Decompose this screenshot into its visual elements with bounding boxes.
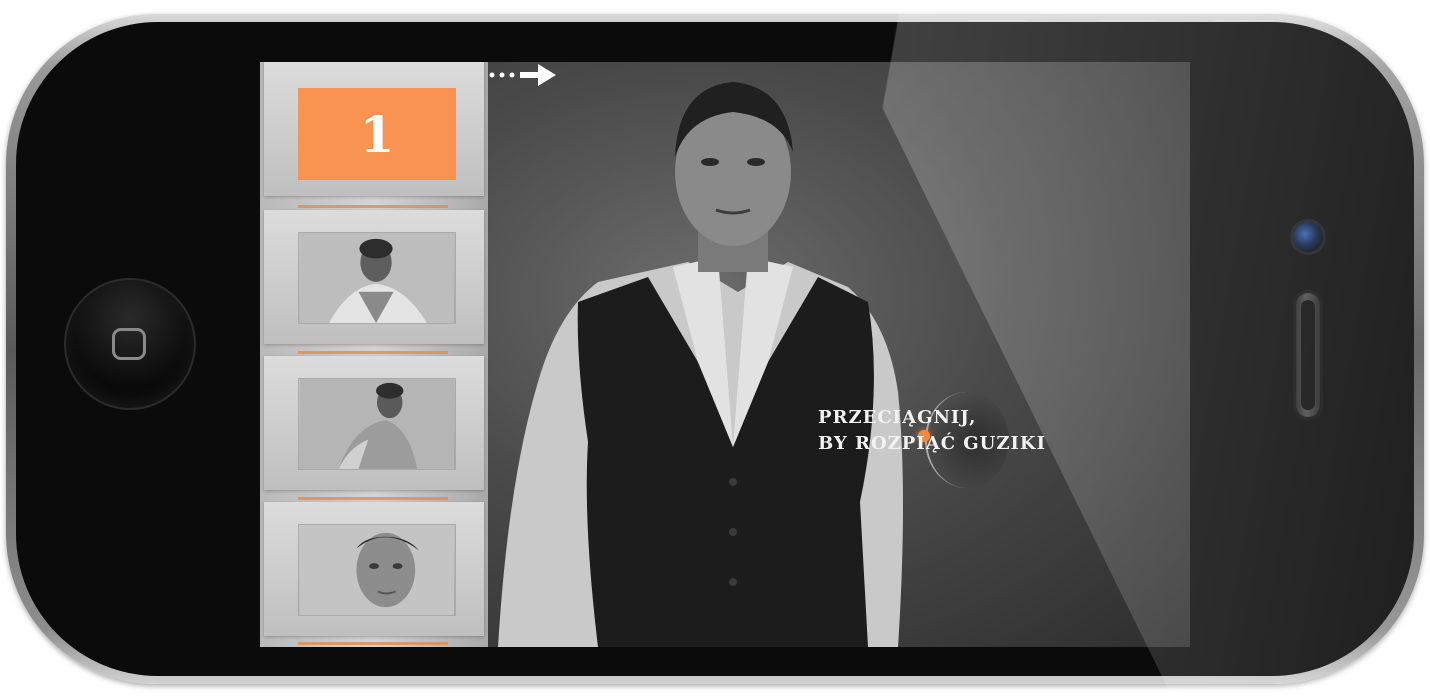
- thumbnail-portrait-2[interactable]: [298, 378, 456, 470]
- page-number-badge[interactable]: 1: [298, 88, 456, 180]
- portrait-image: [299, 233, 455, 323]
- thumbnail-slot: [264, 356, 484, 490]
- front-camera: [1293, 222, 1323, 252]
- thumb-divider: [298, 205, 448, 208]
- portrait-image: [299, 525, 455, 615]
- page-number-slot: 1: [264, 62, 484, 196]
- portrait-image: [299, 379, 455, 469]
- home-button-icon: [112, 328, 146, 360]
- thumbnail-portrait-1[interactable]: [298, 232, 456, 324]
- thumb-divider: [298, 642, 448, 645]
- hint-line-1: PRZECIĄGNIJ,: [818, 407, 977, 428]
- page-sidebar: 1: [260, 62, 488, 647]
- thumbnail-slot: [264, 502, 484, 636]
- app-screen: 1 PRZECIĄGNIJ, BY ROZPIĄĆ GUZIKI: [260, 62, 1190, 647]
- thumbnail-slot: [264, 210, 484, 344]
- drag-instruction: PRZECIĄGNIJ, BY ROZPIĄĆ GUZIKI: [818, 405, 1046, 457]
- main-photo[interactable]: [488, 62, 1190, 647]
- home-button[interactable]: [64, 278, 196, 410]
- arrow-right-icon: [489, 64, 556, 86]
- hint-line-2: BY ROZPIĄĆ GUZIKI: [818, 433, 1046, 454]
- earpiece-speaker: [1293, 290, 1323, 420]
- thumbnail-portrait-3[interactable]: [298, 524, 456, 616]
- man-in-vest-image: [498, 82, 903, 647]
- thumb-divider: [298, 497, 448, 500]
- thumb-divider: [298, 351, 448, 354]
